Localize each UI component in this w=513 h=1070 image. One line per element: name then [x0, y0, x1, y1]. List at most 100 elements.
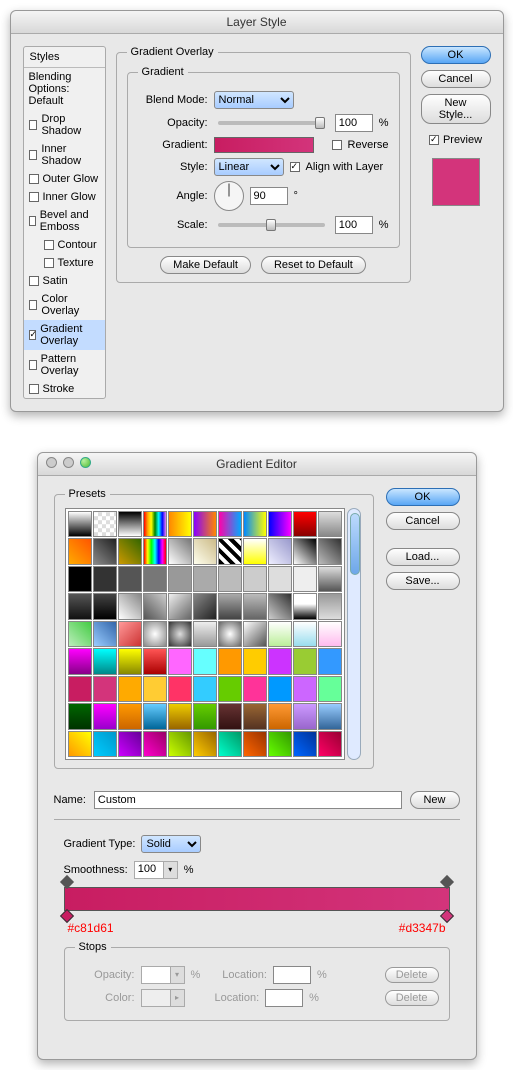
preset-swatch[interactable]: [293, 511, 317, 537]
stop-opacity-input[interactable]: ▾: [141, 966, 185, 984]
preset-swatch[interactable]: [118, 511, 142, 537]
preset-swatch[interactable]: [93, 621, 117, 647]
close-icon[interactable]: [46, 457, 57, 468]
preset-swatch[interactable]: [193, 703, 217, 729]
preset-swatch[interactable]: [243, 731, 267, 757]
preset-swatch[interactable]: [68, 621, 92, 647]
preset-swatch[interactable]: [243, 621, 267, 647]
preset-swatch[interactable]: [318, 511, 342, 537]
preset-swatch[interactable]: [193, 676, 217, 702]
preset-swatch[interactable]: [243, 648, 267, 674]
style-checkbox[interactable]: [29, 216, 36, 226]
style-checkbox[interactable]: [29, 192, 39, 202]
preset-swatch[interactable]: [318, 593, 342, 619]
preset-swatch[interactable]: [293, 731, 317, 757]
preset-swatch[interactable]: [68, 538, 92, 564]
preset-swatch[interactable]: [168, 621, 192, 647]
preset-swatch[interactable]: [93, 731, 117, 757]
reverse-checkbox[interactable]: [332, 140, 342, 150]
preset-swatch[interactable]: [93, 703, 117, 729]
style-row-contour[interactable]: Contour: [24, 236, 105, 254]
preset-swatch[interactable]: [93, 566, 117, 592]
preset-swatch[interactable]: [118, 648, 142, 674]
preset-swatch[interactable]: [193, 593, 217, 619]
style-row-inner-shadow[interactable]: Inner Shadow: [24, 140, 105, 170]
delete-opacity-stop-button[interactable]: Delete: [385, 967, 439, 983]
preset-swatch[interactable]: [293, 593, 317, 619]
preset-swatch[interactable]: [293, 703, 317, 729]
preset-swatch[interactable]: [318, 731, 342, 757]
style-checkbox[interactable]: [29, 300, 38, 310]
ge-save-button[interactable]: Save...: [386, 572, 460, 590]
preset-swatch[interactable]: [218, 731, 242, 757]
style-row-gradient-overlay[interactable]: Gradient Overlay: [24, 320, 105, 350]
preset-swatch[interactable]: [93, 511, 117, 537]
ge-load-button[interactable]: Load...: [386, 548, 460, 566]
align-checkbox[interactable]: [290, 162, 300, 172]
preset-swatch[interactable]: [218, 648, 242, 674]
cancel-button[interactable]: Cancel: [421, 70, 491, 88]
opacity-slider[interactable]: [218, 121, 325, 125]
preset-swatch[interactable]: [143, 538, 167, 564]
preset-swatch[interactable]: [118, 621, 142, 647]
style-select[interactable]: Linear: [214, 158, 284, 176]
preset-swatch[interactable]: [93, 593, 117, 619]
minimize-icon[interactable]: [63, 457, 74, 468]
preset-swatch[interactable]: [318, 703, 342, 729]
preset-swatch[interactable]: [218, 621, 242, 647]
angle-dial[interactable]: [214, 181, 244, 211]
preset-swatch[interactable]: [68, 676, 92, 702]
gradient-bar[interactable]: [64, 887, 450, 911]
style-row-inner-glow[interactable]: Inner Glow: [24, 188, 105, 206]
preset-swatch[interactable]: [143, 593, 167, 619]
preset-swatch[interactable]: [318, 538, 342, 564]
style-checkbox[interactable]: [29, 360, 37, 370]
preset-swatch[interactable]: [143, 731, 167, 757]
style-checkbox[interactable]: [44, 240, 54, 250]
preset-swatch[interactable]: [143, 676, 167, 702]
preset-swatch[interactable]: [193, 511, 217, 537]
preset-swatch[interactable]: [93, 648, 117, 674]
preset-swatch[interactable]: [243, 566, 267, 592]
style-row-texture[interactable]: Texture: [24, 254, 105, 272]
scale-slider[interactable]: [218, 223, 325, 227]
preset-swatch[interactable]: [143, 621, 167, 647]
style-checkbox[interactable]: [29, 150, 38, 160]
style-row-pattern-overlay[interactable]: Pattern Overlay: [24, 350, 105, 380]
reset-default-button[interactable]: Reset to Default: [261, 256, 366, 274]
styles-header[interactable]: Styles: [24, 47, 105, 68]
preset-swatch[interactable]: [143, 566, 167, 592]
preset-swatch[interactable]: [118, 676, 142, 702]
style-checkbox[interactable]: [29, 174, 39, 184]
preset-swatch[interactable]: [243, 703, 267, 729]
style-checkbox[interactable]: [29, 384, 39, 394]
preset-swatch[interactable]: [318, 621, 342, 647]
preset-swatch[interactable]: [318, 676, 342, 702]
opacity-input[interactable]: [335, 114, 373, 132]
preset-swatch[interactable]: [268, 648, 292, 674]
preset-swatch[interactable]: [93, 538, 117, 564]
smoothness-input[interactable]: 100▾: [134, 861, 178, 879]
preset-swatch[interactable]: [168, 676, 192, 702]
blending-options-row[interactable]: Blending Options: Default: [24, 68, 105, 110]
preset-swatch[interactable]: [293, 566, 317, 592]
preset-swatch[interactable]: [68, 648, 92, 674]
preset-swatch[interactable]: [218, 566, 242, 592]
preset-swatch[interactable]: [168, 538, 192, 564]
preset-swatch[interactable]: [218, 703, 242, 729]
preset-swatch[interactable]: [193, 566, 217, 592]
style-checkbox[interactable]: [29, 276, 39, 286]
preset-swatch[interactable]: [168, 566, 192, 592]
delete-color-stop-button[interactable]: Delete: [385, 990, 439, 1006]
style-row-color-overlay[interactable]: Color Overlay: [24, 290, 105, 320]
preset-swatch[interactable]: [93, 676, 117, 702]
ge-new-button[interactable]: New: [410, 791, 460, 809]
gradient-type-select[interactable]: Solid: [141, 835, 201, 853]
style-row-stroke[interactable]: Stroke: [24, 380, 105, 398]
preset-swatch[interactable]: [193, 621, 217, 647]
preset-swatch[interactable]: [143, 511, 167, 537]
preset-swatch[interactable]: [218, 511, 242, 537]
preset-swatch[interactable]: [193, 731, 217, 757]
scale-input[interactable]: [335, 216, 373, 234]
preset-swatch[interactable]: [168, 731, 192, 757]
